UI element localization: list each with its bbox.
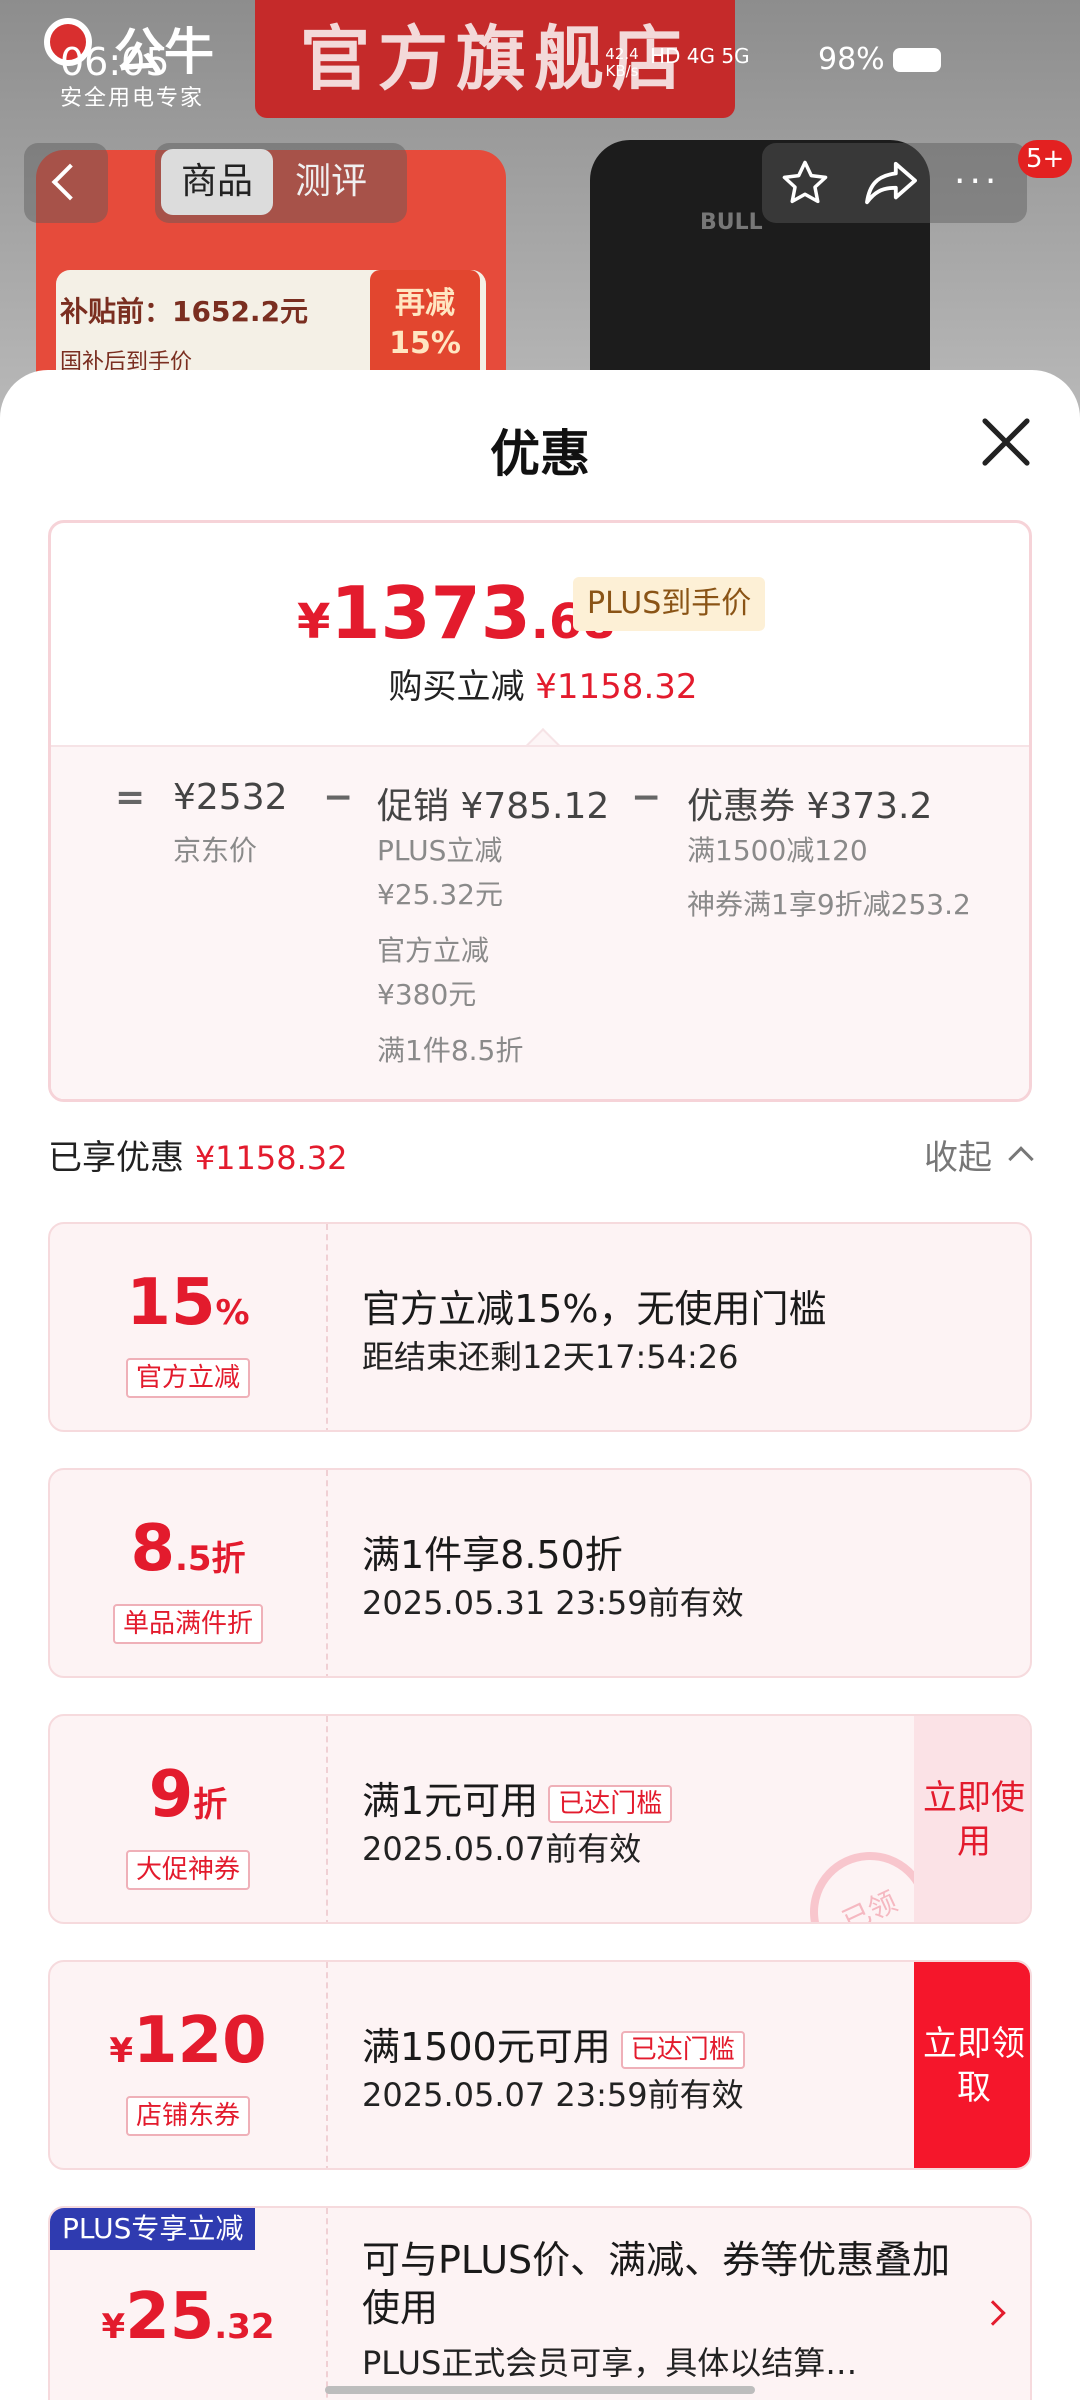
coupon-title: 满1500元可用 已达门槛 <box>362 2016 745 2071</box>
plus-exclusive-ribbon: PLUS专享立减 <box>50 2208 256 2250</box>
coupon-card: ¥120 店铺东券 满1500元可用 已达门槛 2025.05.07 23:59前… <box>48 1960 1032 2170</box>
back-button[interactable] <box>24 143 108 223</box>
coupon-title: 官方立减15%，无使用门槛 <box>362 1287 827 1331</box>
minus-sign: − <box>631 777 662 818</box>
promo-item: PLUS立减 <box>377 834 503 867</box>
minus-sign: − <box>323 777 354 818</box>
star-icon[interactable] <box>778 157 832 209</box>
signal-icons: HD 4G 5G <box>650 44 750 68</box>
coupon-type-label: 店铺东券 <box>125 2096 250 2136</box>
status-bar: 06:05 42.4 KB/s HD 4G 5G 98% <box>0 28 1080 92</box>
enjoyed-discount: 已享优惠 ¥1158.32 <box>48 1138 348 1178</box>
coupon-value: 15% <box>126 1266 250 1340</box>
plus-discount-card[interactable]: PLUS专享立减 ¥25.32 可与PLUS价、满减、券等优惠叠加使用 PLUS… <box>48 2206 1032 2400</box>
coupon-title: 可与PLUS价、满减、券等优惠叠加使用 <box>362 2238 951 2330</box>
coupon-desc: 2025.05.07前有效 <box>362 1830 642 1868</box>
battery-icon <box>893 48 941 72</box>
tab-products[interactable]: 商品 <box>161 149 273 215</box>
enjoyed-value: ¥1158.32 <box>194 1139 348 1177</box>
coupon-value: 9折 <box>148 1758 228 1832</box>
coupon-title: 满1元可用 已达门槛 <box>362 1770 673 1825</box>
threshold-reached-tag: 已达门槛 <box>620 2030 745 2069</box>
claim-now-button[interactable]: 立即领取 <box>914 1962 1030 2168</box>
discount-sheet: 优惠 ¥1373.68 PLUS到手价 购买立减 ¥1158.32 = ¥253… <box>0 370 1080 2400</box>
promo-item: ¥380元 <box>377 978 477 1011</box>
coupon-value: 8.5折 <box>130 1512 246 1586</box>
threshold-reached-tag: 已达门槛 <box>548 1784 673 1823</box>
status-time: 06:05 <box>60 40 170 84</box>
final-price: ¥1373.68 <box>297 571 616 655</box>
battery-percent: 98% <box>818 42 885 77</box>
sheet-title: 优惠 <box>490 425 590 483</box>
coupon-value: ¥25.32 <box>101 2280 275 2354</box>
coupon-desc: 2025.05.07 23:59前有效 <box>362 2076 744 2114</box>
chevron-left-icon <box>51 163 89 201</box>
more-icon[interactable]: ··· <box>954 161 1000 202</box>
price-breakdown: = ¥2532 京东价 − 促销 ¥785.12 PLUS立减 ¥25.32元 … <box>51 745 1029 1099</box>
promo-item: ¥25.32元 <box>377 878 503 911</box>
chevron-right-icon[interactable] <box>980 2300 1006 2326</box>
coupon-desc: 距结束还剩12天17:54:26 <box>362 1338 739 1376</box>
coupon-type-label: 单品满件折 <box>112 1604 263 1644</box>
coupon-card: 9折 大促神券 满1元可用 已达门槛 2025.05.07前有效 已领 立即使用 <box>48 1714 1032 1924</box>
price-head: ¥1373.68 PLUS到手价 购买立减 ¥1158.32 <box>51 523 1029 745</box>
coupon-item: 满1500减120 <box>687 834 868 867</box>
promo-item: 满1件8.5折 <box>377 1034 524 1067</box>
coupon-card: 15% 官方立减 官方立减15%，无使用门槛 距结束还剩12天17:54:26 <box>48 1222 1032 1432</box>
coupon-desc: 2025.05.31 23:59前有效 <box>362 1584 744 1622</box>
coupon-title: 满1件享8.50折 <box>362 1533 623 1577</box>
tab-reviews[interactable]: 测评 <box>295 149 395 215</box>
message-badge: 5+ <box>1018 140 1073 178</box>
nav-tabs: 商品 测评 <box>155 143 407 223</box>
home-indicator[interactable] <box>325 2386 755 2394</box>
product-brand-label: BULL <box>700 210 763 235</box>
promo-total: 促销 ¥785.12 <box>377 786 610 827</box>
promo-discount-tag: 再减 15% <box>370 270 480 380</box>
share-icon[interactable] <box>862 159 920 207</box>
jd-price: ¥2532 <box>173 777 288 818</box>
plus-price-tag: PLUS到手价 <box>573 577 766 631</box>
promo-subsidy-text: 补贴前：1652.2元 <box>60 295 309 328</box>
nav-actions: ··· <box>762 143 1027 223</box>
instant-save-line: 购买立减 ¥1158.32 <box>388 667 698 707</box>
coupon-type-label: 官方立减 <box>125 1358 250 1398</box>
coupon-item: 神券满1享9折减253.2 <box>687 888 971 921</box>
use-now-button[interactable]: 立即使用 <box>914 1716 1030 1922</box>
network-speed: 42.4 KB/s <box>605 45 639 80</box>
collapse-button[interactable]: 收起 <box>924 1130 992 1179</box>
chevron-up-icon[interactable] <box>1008 1146 1034 1172</box>
coupon-total: 优惠券 ¥373.2 <box>687 786 933 827</box>
price-summary-card: ¥1373.68 PLUS到手价 购买立减 ¥1158.32 = ¥2532 京… <box>48 520 1032 1102</box>
coupon-desc: PLUS正式会员可享，具体以结算… <box>362 2344 858 2382</box>
jd-price-label: 京东价 <box>173 834 258 867</box>
promo-item: 官方立减 <box>377 934 490 967</box>
instant-save-value: ¥1158.32 <box>535 667 698 707</box>
coupon-value: ¥120 <box>109 2004 267 2078</box>
equals-sign: = <box>115 777 146 818</box>
coupon-type-label: 大促神券 <box>125 1850 250 1890</box>
coupon-card: 8.5折 单品满件折 满1件享8.50折 2025.05.31 23:59前有效 <box>48 1468 1032 1678</box>
close-icon[interactable] <box>978 414 1034 470</box>
